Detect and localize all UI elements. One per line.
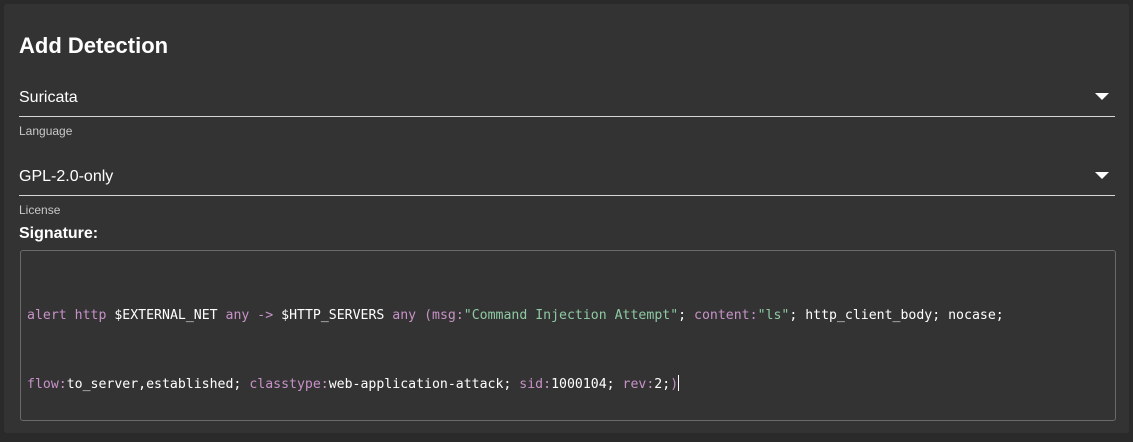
dialog-title: Add Detection (19, 33, 169, 58)
signature-token: ) (670, 377, 679, 392)
signature-token: classtype: (249, 377, 329, 392)
signature-token: "ls" (757, 308, 790, 323)
signature-token: web-application-attack; (328, 377, 520, 392)
signature-token: flow: (27, 377, 67, 392)
license-select-value: GPL-2.0-only (19, 168, 114, 185)
signature-token: 2; (654, 377, 671, 392)
language-select-value: Suricata (19, 89, 78, 106)
signature-token (416, 308, 424, 323)
text-caret (678, 375, 680, 391)
signature-token (67, 308, 75, 323)
add-detection-dialog: Add Detection Suricata Language GPL-2.0-… (4, 4, 1129, 433)
signature-label: Signature: (19, 225, 99, 242)
signature-token: any (225, 308, 250, 323)
signature-token: (msg: (424, 308, 464, 323)
signature-editor[interactable]: alert http $EXTERNAL_NET any -> $HTTP_SE… (20, 250, 1116, 421)
signature-token: content: (694, 308, 758, 323)
signature-token: to_server,established; (66, 377, 250, 392)
signature-token: http (74, 308, 107, 323)
signature-token: -> (257, 308, 274, 323)
signature-token: alert (27, 308, 67, 323)
signature-line-2: flow:to_server,established; classtype:we… (27, 373, 1109, 396)
signature-token: $EXTERNAL_NET (106, 308, 226, 323)
chevron-down-icon[interactable] (1095, 172, 1109, 179)
signature-token: ; (678, 308, 695, 323)
signature-line-1: alert http $EXTERNAL_NET any -> $HTTP_SE… (27, 304, 1109, 327)
signature-token: rev: (622, 377, 655, 392)
language-helper-label: Language (19, 124, 73, 138)
signature-token: sid: (519, 377, 552, 392)
signature-token: any (392, 308, 417, 323)
signature-token: "Command Injection Attempt" (463, 308, 679, 323)
chevron-down-icon[interactable] (1095, 93, 1109, 100)
license-helper-label: License (19, 203, 61, 217)
license-select[interactable]: GPL-2.0-only (19, 161, 1115, 196)
signature-token: ; http_client_body; nocase; (789, 308, 1004, 323)
signature-token: $HTTP_SERVERS (273, 308, 393, 323)
signature-token: 1000104; (551, 377, 623, 392)
language-select[interactable]: Suricata (19, 82, 1115, 117)
